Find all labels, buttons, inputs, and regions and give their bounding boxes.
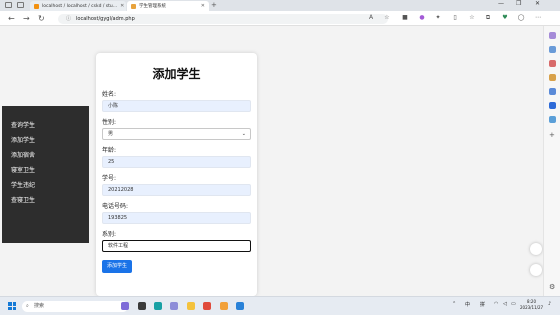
taskbar-app-store-icon[interactable] <box>170 302 178 310</box>
tab-label: 学生管理系统 <box>139 4 166 9</box>
tab-phpmyadmin[interactable]: localhost / localhost / cskd / stu... ✕ <box>30 1 126 11</box>
taskbar-app-taskview-icon[interactable] <box>138 302 146 310</box>
phone-row: 电话号码: 193825 <box>102 203 251 224</box>
chevron-down-icon: ⌄ <box>241 131 246 137</box>
phone-input[interactable]: 193825 <box>102 212 251 224</box>
sidebar-item-add-dorm[interactable]: 添加宿舍 <box>2 148 89 163</box>
favorite-star-icon[interactable]: ☆ <box>383 14 391 22</box>
wifi-icon[interactable]: ◠ <box>494 301 498 307</box>
workspaces-icon[interactable] <box>5 2 12 8</box>
read-aloud-icon[interactable]: A <box>367 14 375 22</box>
volume-icon[interactable]: ◁ <box>503 301 507 307</box>
add-sidebar-app-icon[interactable]: + <box>549 132 556 139</box>
age-row: 年龄: 25 <box>102 147 251 168</box>
edge-sidebar: + ⚙ <box>543 26 560 296</box>
extension-icon[interactable]: ■ <box>401 14 409 22</box>
phone-label: 电话号码: <box>102 203 129 210</box>
search-icon[interactable] <box>549 46 556 53</box>
favorites-icon[interactable]: ☆ <box>468 14 476 22</box>
address-bar[interactable]: ⓘ localhost/gygl/adm.php <box>58 13 388 24</box>
copilot-icon[interactable] <box>549 32 556 39</box>
system-clock[interactable]: 8:20 2023/11/27 <box>520 299 543 311</box>
profile-icon[interactable]: ◯ <box>517 14 525 22</box>
taskbar-app-red-icon[interactable] <box>203 302 211 310</box>
close-tab-icon[interactable]: ✕ <box>198 3 205 9</box>
new-tab-button[interactable]: + <box>211 1 217 9</box>
collections-icon[interactable]: ⧉ <box>484 14 492 22</box>
student-id-row: 学号: 20212028 <box>102 175 251 196</box>
page-content: 查询学生 添加学生 添加宿舍 寝室卫生 学生违纪 查寝卫生 添加学生 姓名: 小… <box>0 26 543 296</box>
split-screen-icon[interactable]: ▯ <box>451 14 459 22</box>
gender-label: 性别: <box>102 119 117 126</box>
close-tab-icon[interactable]: ✕ <box>117 3 124 9</box>
age-input[interactable]: 25 <box>102 156 251 168</box>
windows-start-icon[interactable] <box>8 302 16 310</box>
battery-icon[interactable]: ▭ <box>511 301 516 307</box>
notification-bell-icon[interactable]: ♪ <box>548 301 551 307</box>
taskbar-app-edge-icon[interactable] <box>154 302 162 310</box>
tab-label: localhost / localhost / cskd / stu... <box>42 3 118 9</box>
search-icon: ⌕ <box>26 303 29 309</box>
gender-selected-value: 男 <box>108 131 114 137</box>
department-row: 系别: 软件工程 <box>102 231 251 252</box>
tray-overflow-icon[interactable]: ⌃ <box>452 301 456 307</box>
student-id-label: 学号: <box>102 175 117 182</box>
search-placeholder: 搜索 <box>34 303 45 309</box>
browser-essentials-icon[interactable]: ♥ <box>501 14 509 22</box>
ext-puzzle-icon[interactable]: ✦ <box>434 14 442 22</box>
windows-taskbar: ⌕ 搜索 ⌃ 中 拼 ◠ ◁ ▭ 8:20 2023/11/27 ♪ <box>0 296 560 315</box>
taskbar-search[interactable]: ⌕ 搜索 <box>22 301 128 312</box>
taskbar-app-chrome-icon[interactable] <box>220 302 228 310</box>
forward-icon[interactable]: → <box>23 14 30 23</box>
tools-icon[interactable] <box>549 74 556 81</box>
name-input[interactable]: 小陈 <box>102 100 251 112</box>
gender-select[interactable]: 男 ⌄ <box>102 128 251 140</box>
name-row: 姓名: 小陈 <box>102 91 251 112</box>
gender-row: 性别: 男 ⌄ <box>102 119 251 140</box>
taskbar-app-explorer-icon[interactable] <box>187 302 195 310</box>
page-title: 添加学生 <box>152 67 201 81</box>
more-menu-icon[interactable]: ⋯ <box>534 14 542 22</box>
outlook-icon[interactable] <box>549 116 556 123</box>
sidebar-item-discipline[interactable]: 学生违纪 <box>2 178 89 193</box>
taskbar-app-vscode-icon[interactable] <box>236 302 244 310</box>
tab-student-system[interactable]: 学生管理系统 ✕ <box>127 1 209 11</box>
copilot-float-button[interactable] <box>530 243 542 255</box>
quick-action-float-button[interactable] <box>530 264 542 276</box>
page-favicon <box>131 3 136 9</box>
settings-gear-icon[interactable]: ⚙ <box>549 284 556 291</box>
age-label: 年龄: <box>102 147 117 154</box>
add-student-button[interactable]: 添加学生 <box>102 260 133 273</box>
site-info-icon[interactable]: ⓘ <box>66 15 71 22</box>
sidebar-item-dorm-hygiene[interactable]: 寝室卫生 <box>2 163 89 178</box>
tab-actions-icon[interactable] <box>17 2 24 8</box>
browser-tab-bar: localhost / localhost / cskd / stu... ✕ … <box>0 0 560 11</box>
sidebar-item-query-students[interactable]: 查询学生 <box>2 118 89 133</box>
clock-date: 2023/11/27 <box>520 305 544 310</box>
taskbar-app-copilot-icon[interactable] <box>121 302 129 310</box>
copilot-extension-icon[interactable]: ● <box>418 14 426 22</box>
url-text: localhost/gygl/adm.php <box>76 15 135 22</box>
office-icon[interactable] <box>549 102 556 109</box>
student-id-input[interactable]: 20212028 <box>102 184 251 196</box>
sidebar-nav: 查询学生 添加学生 添加宿舍 寝室卫生 学生违纪 查寝卫生 <box>2 106 89 243</box>
phpmyadmin-favicon <box>34 3 39 9</box>
close-window-icon[interactable]: ✕ <box>535 0 540 7</box>
browser-toolbar: ← → ↻ ⓘ localhost/gygl/adm.php A ☆ ■ ● ✦… <box>0 11 560 26</box>
back-icon[interactable]: ← <box>8 14 15 23</box>
sidebar-item-check-hygiene[interactable]: 查寝卫生 <box>2 193 89 208</box>
add-student-form: 添加学生 姓名: 小陈 性别: 男 ⌄ 年龄: 25 学号: 20212028 … <box>96 53 257 296</box>
minimize-icon[interactable]: — <box>498 0 504 7</box>
department-label: 系别: <box>102 231 117 238</box>
refresh-icon[interactable]: ↻ <box>38 14 45 23</box>
ime-indicator[interactable]: 中 <box>465 301 470 308</box>
ime-mode-indicator[interactable]: 拼 <box>480 301 485 308</box>
maximize-icon[interactable]: ❐ <box>516 0 521 7</box>
shopping-icon[interactable] <box>549 60 556 67</box>
sidebar-item-add-student[interactable]: 添加学生 <box>2 133 89 148</box>
department-input[interactable]: 软件工程 <box>102 240 251 252</box>
name-label: 姓名: <box>102 91 117 98</box>
games-icon[interactable] <box>549 88 556 95</box>
